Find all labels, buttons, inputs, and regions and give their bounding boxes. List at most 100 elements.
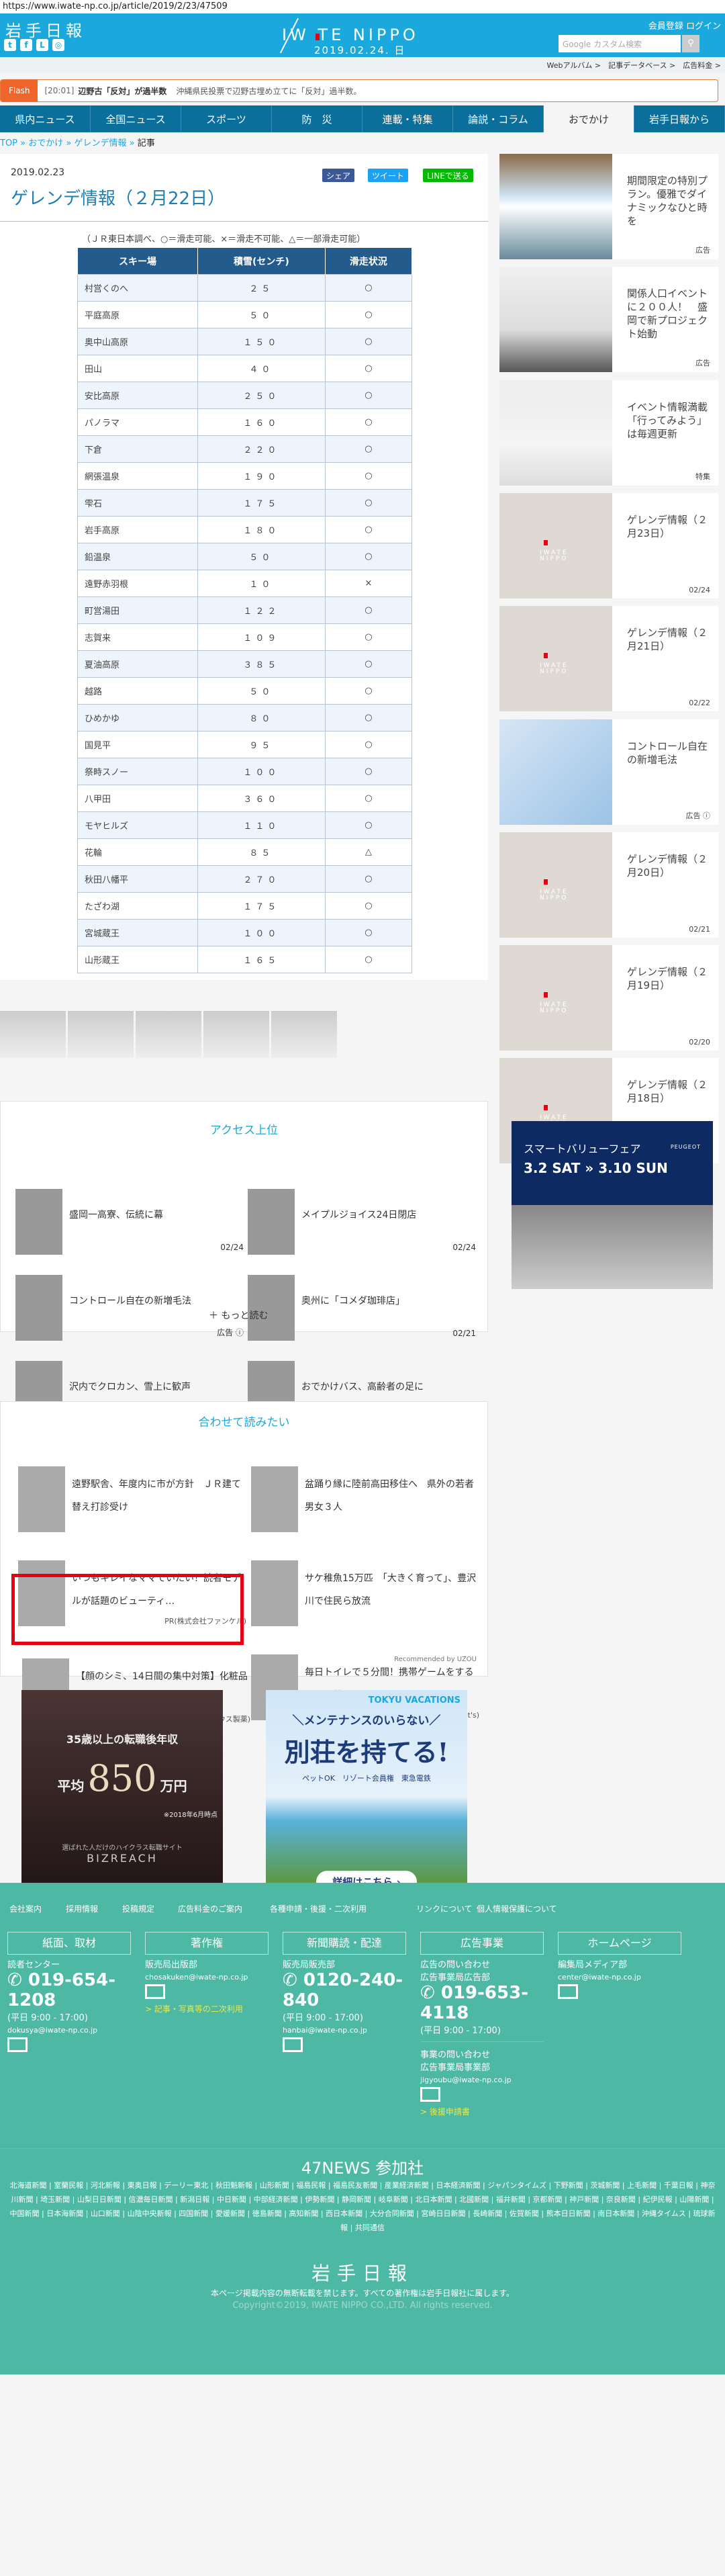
car-ad-image[interactable] <box>136 1011 201 1058</box>
nav-item[interactable]: 岩手日報から <box>634 105 725 132</box>
footer-link[interactable]: 個人情報保護について <box>477 1903 557 1914</box>
thumbnail[interactable] <box>499 380 612 486</box>
thumbnail[interactable]: IWATENIPPO <box>499 832 612 938</box>
crumb-link[interactable]: おでかけ <box>28 138 63 148</box>
recommend-title[interactable]: 盆踊り縁に陸前高田移住へ 県外の若者男女３人 <box>305 1473 479 1532</box>
sidebar-item[interactable]: IWATE NIPPO ゲレンデ情報（２月21日） 02/22 <box>499 606 718 712</box>
footer-email[interactable]: jigyoubu@iwate-np.co.jp <box>420 2076 544 2084</box>
peugeot-ad[interactable]: スマートバリューフェア 3.2 SAT » 3.10 SUN PEUGEOT <box>512 1121 713 1289</box>
thumbnail[interactable] <box>18 1466 65 1532</box>
twitter-icon[interactable]: t <box>4 39 16 51</box>
sidebar-item[interactable]: IWATE NIPPO ゲレンデ情報（２月23日） 02/24 <box>499 492 718 598</box>
thumbnail[interactable] <box>499 267 612 373</box>
sidebar-item[interactable]: コントロール自在の新増毛法 広告 ⓘ <box>499 719 718 825</box>
thumbnail[interactable] <box>251 1466 298 1532</box>
footer-link[interactable]: 各種申請・後援・二次利用 <box>270 1903 367 1914</box>
sidebar-item[interactable]: IWATE NIPPO ゲレンデ情報（２月19日） 02/20 <box>499 945 718 1051</box>
recommend-title[interactable]: サケ稚魚15万匹 「大きく育って」、豊沢川で住民ら放流 <box>305 1567 479 1626</box>
thumbnail[interactable] <box>251 1560 298 1626</box>
car-ad-banner[interactable] <box>0 1011 488 1078</box>
sidebar-title[interactable]: ゲレンデ情報（２月21日） <box>627 626 714 653</box>
facebook-share-button[interactable]: シェア <box>322 169 355 182</box>
search-input[interactable]: Google カスタム検索 <box>559 35 681 52</box>
nav-item[interactable]: スポーツ <box>181 105 272 132</box>
crumb-link[interactable]: TOP <box>0 138 17 148</box>
thumbnail[interactable] <box>248 1275 295 1341</box>
sidebar-item[interactable]: 関係人口イベントに２００人！ 盛岡で新プロジェクト始動 広告 <box>499 267 718 373</box>
footer-link[interactable]: 投稿規定 <box>122 1903 154 1914</box>
recommend-title[interactable]: 遠野駅舎、年度内に市が方針 ＪＲ建て替え打診受け <box>72 1473 246 1532</box>
footer-yellow-link[interactable]: > 後援申請書 <box>420 2106 544 2117</box>
sidebar-title[interactable]: コントロール自在の新増毛法 <box>627 740 714 766</box>
ranking-title[interactable]: メイプルジョイス24日閉店 <box>301 1208 476 1255</box>
car-ad-image[interactable] <box>271 1011 337 1058</box>
ranking-item[interactable]: 盛岡一高寮、伝統に幕 02/24 <box>15 1189 244 1255</box>
recommend-item[interactable]: 遠野駅舎、年度内に市が方針 ＪＲ建て替え打診受け <box>18 1466 246 1532</box>
instagram-icon[interactable]: ◎ <box>52 39 64 51</box>
footer-link[interactable]: 広告料金のご案内 <box>178 1903 242 1914</box>
recommend-item[interactable]: サケ稚魚15万匹 「大きく育って」、豊沢川で住民ら放流 <box>251 1560 479 1626</box>
recommend-item[interactable]: 盆踊り縁に陸前高田移住へ 県外の若者男女３人 <box>251 1466 479 1532</box>
member-login-links[interactable]: 会員登録 ログイン <box>648 19 721 32</box>
sidebar-title[interactable]: ゲレンデ情報（２月23日） <box>627 513 714 540</box>
sub-nav[interactable]: Webアルバム > 記事データベース > 広告料金 > <box>0 57 725 73</box>
address-bar[interactable]: https://www.iwate-np.co.jp/article/2019/… <box>0 0 725 13</box>
flash-headline[interactable]: 辺野古「反対」が過半数 <box>78 85 166 97</box>
mail-icon[interactable] <box>558 1984 578 1999</box>
car-ad-image[interactable] <box>0 1011 66 1058</box>
sidebar-title[interactable]: ゲレンデ情報（２月19日） <box>627 965 714 992</box>
footer-email[interactable]: hanbai@iwate-np.co.jp <box>283 2026 406 2035</box>
footer-phone[interactable]: ✆ 019-653-4118 <box>420 1983 544 2023</box>
line-share-button[interactable]: LINEで送る <box>423 169 473 182</box>
mail-icon[interactable] <box>145 1984 165 1999</box>
brand-logo[interactable]: IW TE NIPPO <box>282 26 419 44</box>
thumbnail[interactable]: IWATENIPPO <box>499 606 612 712</box>
sidebar-item[interactable]: 期間限定の特別プラン。優雅でダイナミックなひと時を 広告 <box>499 154 718 259</box>
thumbnail[interactable] <box>15 1189 62 1255</box>
footer-link[interactable]: 採用情報 <box>66 1903 98 1914</box>
footer-email[interactable]: center@iwate-np.co.jp <box>558 1973 681 1982</box>
mail-icon[interactable] <box>420 2087 440 2102</box>
thumbnail[interactable] <box>248 1189 295 1255</box>
line-icon[interactable]: L <box>36 39 48 51</box>
sidebar-title[interactable]: ゲレンデ情報（２月20日） <box>627 852 714 879</box>
ranking-title[interactable]: 盛岡一高寮、伝統に幕 <box>69 1208 244 1255</box>
crumb-link[interactable]: ゲレンデ情報 <box>74 138 126 148</box>
nav-item[interactable]: 全国ニュース <box>91 105 181 132</box>
footer-link[interactable]: 会社案内 <box>9 1903 42 1914</box>
facebook-icon[interactable]: f <box>20 39 32 51</box>
ranking-title[interactable]: 奥州に「コメダ珈琲店」 <box>301 1294 476 1341</box>
ranking-item[interactable]: 奥州に「コメダ珈琲店」 02/21 <box>248 1275 476 1341</box>
more-button[interactable]: ＋ もっと読む <box>209 1308 268 1322</box>
ranking-item[interactable]: メイプルジョイス24日閉店 02/24 <box>248 1189 476 1255</box>
member-papers[interactable]: 北海道新聞 | 室蘭民報 | 河北新報 | 東奥日報 | デーリー東北 | 秋田… <box>7 2178 718 2235</box>
footer-link[interactable]: リンクについて <box>416 1903 473 1914</box>
thumbnail[interactable]: IWATENIPPO <box>499 492 612 598</box>
sidebar-title[interactable]: 関係人口イベントに２００人！ 盛岡で新プロジェクト始動 <box>627 287 714 341</box>
logo-jp[interactable]: 岩手日報 <box>5 17 86 41</box>
sidebar-title[interactable]: イベント情報満載「行ってみよう」は毎週更新 <box>627 400 714 441</box>
mail-icon[interactable] <box>283 2037 303 2052</box>
ranking-item[interactable]: コントロール自在の新増毛法 広告 ⓘ <box>15 1275 244 1341</box>
nav-item[interactable]: 防 災 <box>272 105 362 132</box>
recommended-by[interactable]: Recommended by UZOU <box>394 1656 477 1663</box>
nav-item[interactable]: 論説・コラム <box>453 105 544 132</box>
sidebar-item[interactable]: イベント情報満載「行ってみよう」は毎週更新 特集 <box>499 380 718 486</box>
footer-phone[interactable]: ✆ 0120-240-840 <box>283 1970 406 2010</box>
mail-icon[interactable] <box>7 2037 28 2052</box>
thumbnail[interactable] <box>499 154 612 259</box>
thumbnail[interactable] <box>499 719 612 825</box>
sidebar-title[interactable]: ゲレンデ情報（２月18日） <box>627 1078 714 1105</box>
car-ad-image[interactable] <box>68 1011 134 1058</box>
nav-item[interactable]: 連載・特集 <box>362 105 453 132</box>
tweet-button[interactable]: ツイート <box>368 169 409 182</box>
thumbnail[interactable]: IWATENIPPO <box>499 945 612 1051</box>
footer-email[interactable]: chosakuken@iwate-np.co.jp <box>145 1973 269 1982</box>
footer-phone[interactable]: ✆ 019-654-1208 <box>7 1970 131 2010</box>
car-ad-image[interactable] <box>203 1011 269 1058</box>
search-icon[interactable]: ⚲ <box>682 35 699 52</box>
sidebar-title[interactable]: 期間限定の特別プラン。優雅でダイナミックなひと時を <box>627 174 714 228</box>
flash-news[interactable]: Flash [20:01] 辺野古「反対」が過半数 沖縄県民投票で辺野古埋め立て… <box>0 79 718 102</box>
thumbnail[interactable] <box>15 1275 62 1341</box>
footer-email[interactable]: dokusya@iwate-np.co.jp <box>7 2026 131 2035</box>
